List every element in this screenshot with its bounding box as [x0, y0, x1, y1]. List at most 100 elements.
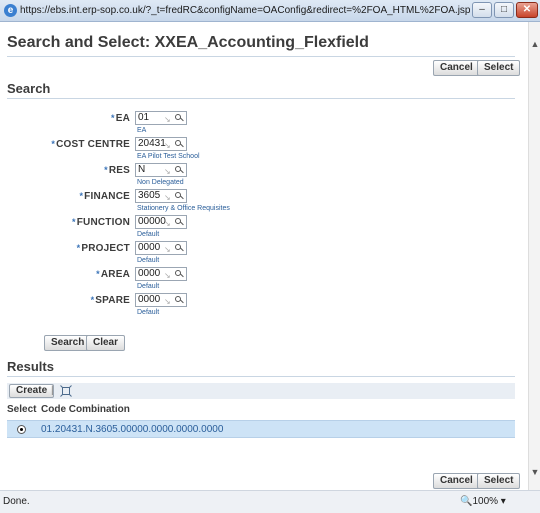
ea-description: EA	[137, 127, 147, 134]
cancel-button-top[interactable]: Cancel	[433, 60, 480, 76]
area-label: *AREA	[0, 269, 130, 280]
required-indicator: *	[72, 217, 76, 227]
spare-field[interactable]: 0000 ↘	[135, 293, 187, 307]
project-value: 0000	[138, 242, 161, 253]
search-icon[interactable]	[174, 137, 184, 149]
res-label: *RES	[0, 165, 130, 176]
status-text: Done.	[3, 496, 30, 507]
create-button[interactable]: Create	[9, 384, 55, 398]
search-divider	[7, 98, 515, 99]
spare-value: 0000	[138, 294, 161, 305]
spare-description: Default	[137, 309, 160, 316]
cost-centre-field[interactable]: 20431 ↘	[135, 137, 187, 151]
function-description: Default	[137, 231, 160, 238]
zoom-control[interactable]: 🔍100% ▾	[460, 496, 506, 507]
results-toolbar: Create |	[7, 383, 515, 399]
function-field[interactable]: 00000 ↘	[135, 215, 187, 229]
finance-label-text: FINANCE	[84, 191, 130, 202]
page-content: Search and Select: XXEA_Accounting_Flexf…	[0, 22, 528, 490]
cost-centre-label-text: COST CENTRE	[56, 139, 130, 150]
select-button-top[interactable]: Select	[477, 60, 521, 76]
required-indicator: *	[96, 269, 100, 279]
select-button-bottom[interactable]: Select	[477, 473, 521, 489]
search-heading: Search	[7, 81, 51, 96]
column-header-code-combination: Code Combination	[41, 404, 130, 415]
cost-centre-label: *COST CENTRE	[0, 139, 130, 150]
required-indicator: *	[51, 139, 56, 149]
search-icon[interactable]	[174, 111, 184, 123]
column-header-select: Select	[7, 404, 37, 415]
minimize-button[interactable]: –	[472, 2, 492, 18]
project-field[interactable]: 0000 ↘	[135, 241, 187, 255]
area-field[interactable]: 0000 ↘	[135, 267, 187, 281]
finance-description: Stationery & Office Requisites	[137, 205, 230, 212]
zoom-level: 100%	[472, 496, 499, 507]
browser-icon: e	[4, 4, 17, 17]
status-bar: Done. 🔍100% ▾	[0, 490, 540, 513]
function-label-text: FUNCTION	[76, 217, 130, 228]
required-indicator: *	[90, 295, 95, 305]
clear-button[interactable]: Clear	[86, 335, 126, 351]
maximize-button[interactable]: □	[494, 2, 514, 18]
spare-label-text: SPARE	[95, 295, 130, 306]
results-heading: Results	[7, 359, 54, 374]
clear-field-icon[interactable]: ↘	[164, 218, 171, 230]
ea-label-text: EA	[115, 113, 130, 124]
toolbar-separator: |	[51, 385, 54, 396]
results-divider	[7, 376, 515, 377]
ea-field[interactable]: 01 ↘	[135, 111, 187, 125]
project-label: *PROJECT	[0, 243, 130, 254]
clear-field-icon[interactable]: ↘	[164, 244, 171, 256]
search-icon[interactable]	[174, 267, 184, 279]
clear-field-icon[interactable]: ↘	[164, 114, 171, 126]
table-row[interactable]: 01.20431.N.3605.00000.0000.0000.0000	[7, 420, 515, 438]
ea-label: *EA	[0, 113, 130, 124]
row-select-radio[interactable]	[17, 425, 26, 434]
finance-label: *FINANCE	[0, 191, 130, 202]
search-icon[interactable]	[174, 241, 184, 253]
cost-centre-description: EA Pilot Test School	[137, 153, 200, 160]
finance-field[interactable]: 3605 ↘	[135, 189, 187, 203]
area-description: Default	[137, 283, 160, 290]
browser-window: e https://ebs.int.erp-sop.co.uk/?_t=fred…	[0, 0, 540, 513]
project-description: Default	[137, 257, 160, 264]
search-icon[interactable]	[174, 293, 184, 305]
function-label: *FUNCTION	[0, 217, 130, 228]
cost-centre-value: 20431	[138, 138, 166, 149]
finance-value: 3605	[138, 190, 161, 201]
required-indicator: *	[104, 165, 108, 175]
window-url: https://ebs.int.erp-sop.co.uk/?_t=fredRC…	[20, 5, 470, 16]
required-indicator: *	[76, 243, 81, 253]
window-title-bar: e https://ebs.int.erp-sop.co.uk/?_t=fred…	[0, 0, 540, 22]
search-button[interactable]: Search	[44, 335, 92, 351]
res-description: Non Delegated	[137, 179, 184, 186]
required-indicator: *	[79, 191, 84, 201]
radio-selected-dot	[20, 428, 23, 431]
detach-table-icon[interactable]	[60, 384, 72, 397]
res-field[interactable]: N ↘	[135, 163, 187, 177]
required-indicator: *	[111, 113, 115, 123]
function-value: 00000	[138, 216, 166, 227]
results-table-header: Select Code Combination	[7, 402, 515, 418]
search-icon[interactable]	[174, 215, 184, 227]
clear-field-icon[interactable]: ↘	[164, 296, 171, 308]
res-value: N	[138, 164, 146, 175]
scroll-down-icon[interactable]: ▼	[529, 466, 540, 478]
page-title: Search and Select: XXEA_Accounting_Flexf…	[7, 34, 369, 51]
clear-field-icon[interactable]: ↘	[164, 166, 171, 178]
code-combination-cell: 01.20431.N.3605.00000.0000.0000.0000	[41, 424, 224, 435]
search-icon[interactable]	[174, 189, 184, 201]
ea-value: 01	[138, 112, 150, 123]
search-icon[interactable]	[174, 163, 184, 175]
res-label-text: RES	[108, 165, 130, 176]
scroll-up-icon[interactable]: ▲	[529, 38, 540, 50]
clear-field-icon[interactable]: ↘	[164, 140, 171, 152]
title-divider	[7, 56, 515, 57]
close-button[interactable]: ✕	[516, 2, 538, 18]
project-label-text: PROJECT	[81, 243, 130, 254]
area-label-text: AREA	[100, 269, 130, 280]
cancel-button-bottom[interactable]: Cancel	[433, 473, 480, 489]
clear-field-icon[interactable]: ↘	[164, 192, 171, 204]
clear-field-icon[interactable]: ↘	[164, 270, 171, 282]
vertical-scrollbar[interactable]: ▲ ▼	[528, 22, 540, 490]
